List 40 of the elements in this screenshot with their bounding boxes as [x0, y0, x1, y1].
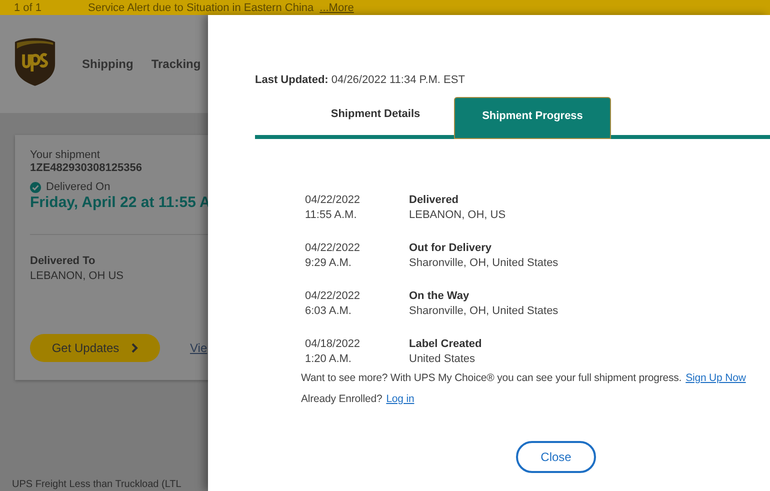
event-date: 04/22/2022: [305, 193, 362, 208]
shipment-label: Your shipment: [30, 149, 101, 161]
nav-link[interactable]: Shipping: [82, 57, 134, 71]
event-location: Sharonville, OH, United States: [409, 256, 558, 271]
event-time: 1:20 A.M.: [305, 352, 352, 367]
enrolled-text: Already Enrolled?: [301, 393, 382, 405]
event-location: LEBANON, OH, US: [409, 208, 506, 223]
event-time: 9:29 A.M.: [305, 256, 352, 271]
tab[interactable]: Shipment Details: [297, 97, 454, 135]
delivered-to-address: LEBANON, OH US: [30, 270, 125, 282]
chevron-right-icon: [131, 343, 138, 353]
event-time: 11:55 A.M.: [305, 208, 358, 223]
close-button[interactable]: Close: [516, 441, 596, 473]
promo-text: Want to see more? With UPS My Choice® you can see your full shipment progress.: [301, 372, 682, 384]
event-date: 04/18/2022: [305, 337, 362, 352]
event-status: On the Way: [409, 289, 470, 304]
nav-link[interactable]: Tracking: [151, 57, 201, 71]
event-status: Label Created: [409, 337, 482, 352]
footer-text: UPS Freight Less than Truckload (LTL: [12, 479, 182, 490]
check-circle-icon: [30, 182, 41, 192]
event-date: 04/22/2022: [305, 241, 362, 256]
shield-logo-icon: [14, 37, 56, 87]
sign-up-link[interactable]: Sign Up Now: [686, 372, 746, 384]
tracking-number: 1ZE482930308125356: [30, 162, 143, 174]
event-status: Delivered: [409, 193, 460, 208]
alert-counter: 1 of 1: [14, 2, 43, 14]
last-updated: Last Updated: 04/26/2022 11:34 P.M. EST: [255, 74, 466, 86]
view-link[interactable]: Vie: [190, 341, 208, 355]
event-location: United States: [409, 352, 476, 367]
event-status: Out for Delivery: [409, 241, 493, 256]
get-updates-button[interactable]: Get Updates: [30, 334, 160, 362]
event-location: Sharonville, OH, United States: [409, 304, 558, 319]
delivery-status: Delivered On: [46, 181, 110, 193]
more-link[interactable]: ...More: [320, 2, 354, 14]
event-time: 6:03 A.M.: [305, 304, 352, 319]
log-in-link[interactable]: Log in: [386, 393, 414, 405]
alert-message: Service Alert due to Situation in Eastern China: [88, 2, 314, 14]
delivered-to-label: Delivered To: [30, 255, 96, 267]
event-date: 04/22/2022: [305, 289, 362, 304]
tab[interactable]: Shipment Progress: [454, 97, 611, 139]
